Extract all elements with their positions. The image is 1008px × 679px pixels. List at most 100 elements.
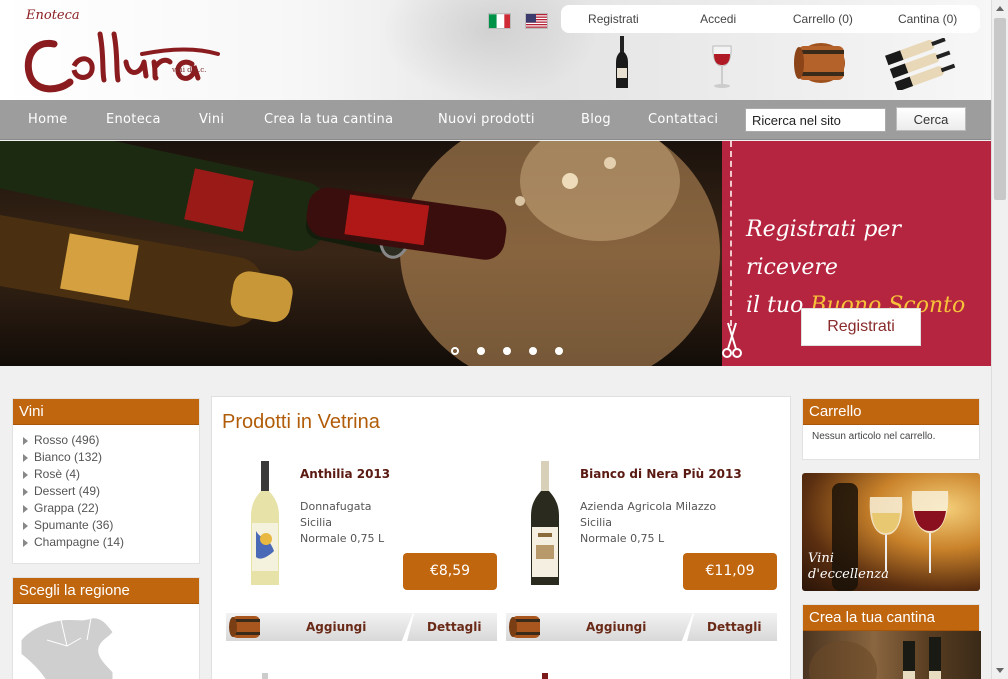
cellar-link[interactable]: Cantina (0) (875, 12, 980, 26)
add-label: Aggiungi (306, 620, 367, 634)
vini-category-rose[interactable]: Rosè (4) (23, 465, 189, 482)
regione-box: Scegli la regione (12, 577, 200, 679)
nav-enoteca[interactable]: Enoteca (106, 112, 161, 127)
vini-box-title: Vini (13, 399, 199, 425)
product-card: Bianco di Nera Più 2013 Azienda Agricola… (506, 457, 781, 641)
arrow-right-icon (23, 436, 28, 445)
featured-products-panel: Prodotti in Vetrina Anthilia 2013 Donnaf… (211, 396, 791, 679)
add-label: Aggiungi (586, 620, 647, 634)
details-button[interactable]: Dettagli (407, 613, 497, 641)
arrow-right-icon (23, 538, 28, 547)
wine-bottle-icon[interactable] (614, 36, 630, 90)
details-label: Dettagli (707, 620, 762, 634)
list-item-label: Rosè (4) (34, 466, 81, 481)
arrow-right-icon (23, 453, 28, 462)
vini-category-rosso[interactable]: Rosso (496) (23, 431, 189, 448)
logo-wordmark-icon (24, 31, 220, 93)
vini-category-grappa[interactable]: Grappa (22) (23, 499, 189, 516)
barrel-icon[interactable] (792, 38, 850, 88)
product-format: Normale 0,75 L (580, 532, 665, 545)
logo-tagline: vini d.o.c. (172, 66, 207, 74)
cellar-bottles-icon (809, 637, 941, 679)
top-icons-row (560, 36, 980, 92)
vini-category-spumante[interactable]: Spumante (36) (23, 516, 189, 533)
nav-contattaci[interactable]: Contattaci (648, 112, 718, 127)
bottle-image-anthilia[interactable] (248, 461, 282, 587)
cart-box-title: Carrello (803, 399, 979, 425)
list-item-label: Rosso (496) (34, 432, 100, 447)
logo[interactable]: Enoteca vini d.o.c. (22, 6, 222, 94)
cellar-photo (803, 631, 981, 679)
scroll-down-arrow-icon[interactable] (996, 668, 1004, 673)
slide-dot-2[interactable] (477, 347, 485, 355)
nav-crea-cantina[interactable]: Crea la tua cantina (264, 112, 393, 127)
vini-category-champagne[interactable]: Champagne (14) (23, 533, 189, 550)
slide-dot-5[interactable] (555, 347, 563, 355)
promo-register-button[interactable]: Registrati (801, 308, 921, 346)
vini-box: Vini Rosso (496) Bianco (132) Rosè (4) D… (12, 398, 200, 564)
search-button[interactable]: Cerca (896, 107, 966, 131)
nav-vini[interactable]: Vini (199, 112, 224, 127)
bottle-rack-icon[interactable] (880, 38, 962, 90)
us-flag-icon[interactable] (525, 13, 548, 29)
promo-caption: Vini d'eccellenza (808, 551, 889, 583)
scroll-up-arrow-icon[interactable] (996, 6, 1004, 11)
promo-line-2-prefix: il tuo (746, 293, 804, 318)
coupon-cut-line (730, 141, 732, 326)
slide-dot-4[interactable] (529, 347, 537, 355)
crea-cantina-box[interactable]: Crea la tua cantina (802, 604, 981, 679)
list-item-label: Grappa (22) (34, 500, 99, 515)
slide-dot-1[interactable] (451, 347, 459, 355)
italian-flag-icon[interactable] (488, 13, 511, 29)
promo-line-1: Registrati per ricevere (746, 217, 901, 280)
vini-category-dessert[interactable]: Dessert (49) (23, 482, 189, 499)
nav-home[interactable]: Home (28, 112, 68, 127)
search-input[interactable] (745, 108, 886, 132)
vini-category-list: Rosso (496) Bianco (132) Rosè (4) Desser… (13, 425, 199, 556)
login-link[interactable]: Accedi (666, 12, 771, 26)
vini-eccellenza-promo[interactable]: Vini d'eccellenza (802, 473, 980, 591)
promo-caption-line-2: d'eccellenza (808, 567, 889, 582)
top-links-bar: Registrati Accedi Carrello (0) Cantina (… (561, 5, 980, 33)
cart-empty-message: Nessun articolo nel carrello. (812, 431, 936, 442)
crea-cantina-title: Crea la tua cantina (803, 605, 979, 631)
page: Enoteca vini d.o.c. Registrati Accedi Ca… (0, 0, 991, 679)
add-to-cart-button[interactable]: Aggiungi (506, 613, 693, 641)
italy-map-icon[interactable] (17, 610, 127, 679)
arrow-right-icon (23, 504, 28, 513)
price-button[interactable]: €8,59 (403, 553, 497, 590)
product-card: Anthilia 2013 Donnafugata Sicilia Normal… (226, 457, 501, 641)
wine-glass-icon[interactable] (710, 44, 734, 90)
details-button[interactable]: Dettagli (687, 613, 777, 641)
arrow-right-icon (23, 470, 28, 479)
cart-link[interactable]: Carrello (0) (771, 12, 876, 26)
product-actions: Aggiungi Dettagli (226, 613, 497, 643)
slider-dots (451, 347, 563, 355)
register-link[interactable]: Registrati (561, 12, 666, 26)
regione-box-title: Scegli la regione (13, 578, 199, 604)
vertical-scrollbar[interactable] (991, 0, 1008, 679)
price-button[interactable]: €11,09 (683, 553, 777, 590)
product-name[interactable]: Bianco di Nera Più 2013 (580, 467, 742, 481)
product-name[interactable]: Anthilia 2013 (300, 467, 390, 481)
product-producer: Azienda Agricola Milazzo (580, 500, 717, 513)
bottles-illustration-icon (0, 141, 722, 366)
nav-blog[interactable]: Blog (581, 112, 611, 127)
cart-box: Carrello Nessun articolo nel carrello. (802, 398, 980, 460)
scrollbar-thumb[interactable] (994, 18, 1006, 200)
hero-banner: Registrati per ricevere il tuo Buono Sco… (0, 141, 991, 366)
barrel-icon (229, 616, 260, 638)
product-region: Sicilia (580, 516, 612, 529)
details-label: Dettagli (427, 620, 482, 634)
product-format: Normale 0,75 L (300, 532, 385, 545)
vini-category-bianco[interactable]: Bianco (132) (23, 448, 189, 465)
slide-dot-3[interactable] (503, 347, 511, 355)
language-switcher (488, 13, 548, 29)
product-actions: Aggiungi Dettagli (506, 613, 777, 643)
scissors-icon (722, 322, 742, 358)
bottle-image-bianco-di-nera[interactable] (528, 461, 562, 587)
nav-nuovi-prodotti[interactable]: Nuovi prodotti (438, 112, 535, 127)
add-to-cart-button[interactable]: Aggiungi (226, 613, 413, 641)
list-item-label: Dessert (49) (34, 483, 101, 498)
list-item-label: Champagne (14) (34, 534, 125, 549)
